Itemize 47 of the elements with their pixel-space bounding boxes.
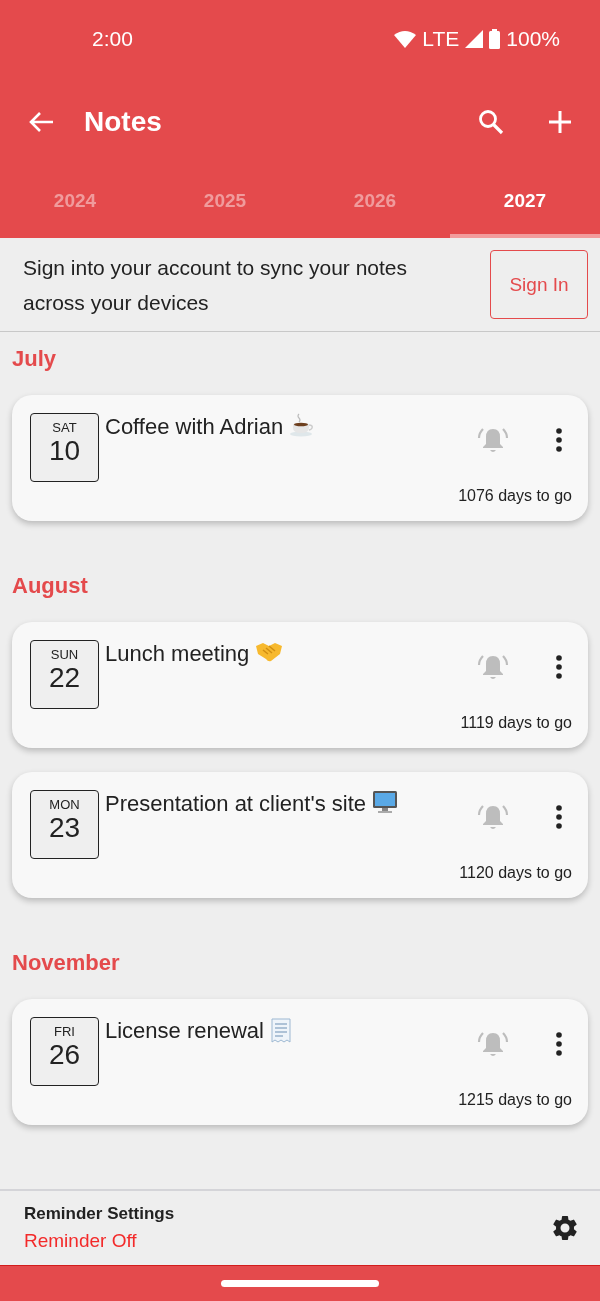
note-title: Coffee with Adrian [105, 413, 284, 441]
status-time: 2:00 [92, 27, 133, 51]
note-card[interactable]: SAT 10 Coffee with Adrian 1076 days to go [12, 395, 588, 521]
weekday-label: SUN [50, 647, 79, 662]
network-label: LTE [422, 27, 460, 51]
reminder-status: Reminder Off [24, 1230, 138, 1252]
note-title: License renewal [105, 1017, 264, 1045]
days-countdown: 1119 days to go [460, 714, 572, 732]
sign-in-button[interactable]: Sign In [490, 250, 588, 319]
more-options-icon[interactable] [555, 805, 563, 829]
weekday-label: FRI [54, 1024, 75, 1039]
battery-icon [489, 29, 501, 49]
day-number: 23 [48, 812, 81, 844]
month-heading: August [12, 572, 89, 600]
screen-title: Notes [84, 105, 163, 138]
sign-in-message: Sign into your account to sync your notes across your devices [23, 254, 409, 316]
wifi-icon [394, 30, 417, 48]
more-options-icon[interactable] [555, 428, 563, 452]
day-number: 26 [48, 1039, 81, 1071]
weekday-label: MON [49, 797, 80, 812]
month-heading: November [12, 949, 121, 977]
settings-icon[interactable] [550, 1213, 580, 1243]
search-icon[interactable] [478, 108, 504, 135]
note-card[interactable]: SUN 22 Lunch meeting 1119 days to go [12, 622, 588, 748]
battery-percent: 100% [506, 27, 560, 51]
month-heading: July [12, 345, 58, 373]
note-title: Lunch meeting [105, 640, 250, 668]
day-number: 10 [48, 435, 81, 467]
handshake-icon [255, 640, 284, 662]
monitor-icon [372, 790, 398, 814]
signal-icon [465, 30, 484, 48]
coffee-cup-icon [289, 413, 316, 437]
more-options-icon[interactable] [555, 655, 563, 679]
days-countdown: 1215 days to go [458, 1091, 572, 1109]
add-icon[interactable] [548, 109, 572, 134]
weekday-label: SAT [52, 420, 77, 435]
days-countdown: 1076 days to go [458, 487, 572, 505]
day-number: 22 [48, 662, 81, 694]
days-countdown: 1120 days to go [459, 864, 572, 882]
note-card[interactable]: MON 23 Presentation at client's site 1120 days to go [12, 772, 588, 898]
document-icon [270, 1017, 292, 1043]
back-arrow-icon[interactable] [28, 110, 54, 133]
note-card[interactable]: FRI 26 License renewal 1215 days to go [12, 999, 588, 1125]
reminder-settings-label: Reminder Settings [24, 1204, 176, 1224]
year-tab[interactable]: 2027 [450, 165, 600, 238]
more-options-icon[interactable] [555, 1032, 563, 1056]
note-title: Presentation at client's site [105, 790, 366, 818]
